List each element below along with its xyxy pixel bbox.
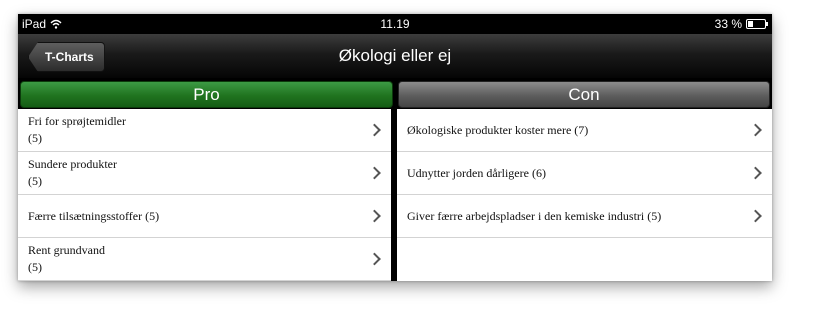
list-item[interactable]: Udnytter jorden dårligere (6) — [397, 152, 772, 195]
chevron-right-icon — [749, 209, 762, 223]
status-bar: iPad 11.19 33 % — [18, 14, 772, 34]
list-item[interactable]: Fri for sprøjtemidler (5) — [18, 109, 391, 152]
list-item[interactable]: Rent grundvand (5) — [18, 238, 391, 281]
battery-icon — [746, 19, 768, 29]
item-label: Færre tilsætningsstoffer (5) — [28, 208, 160, 223]
chevron-right-icon — [368, 123, 381, 137]
chevron-right-icon — [368, 252, 381, 266]
list-item[interactable]: Sundere produkter (5) — [18, 152, 391, 195]
item-count: (5) — [28, 131, 42, 145]
item-count: (5) — [28, 174, 42, 188]
tab-pro[interactable]: Pro — [20, 81, 393, 108]
item-label: Sundere produkter — [28, 157, 117, 171]
battery-percent: 33 % — [714, 17, 742, 31]
tab-con[interactable]: Con — [398, 81, 770, 108]
page-title: Økologi eller ej — [338, 46, 452, 65]
pro-list: Fri for sprøjtemidler (5) Sundere produk… — [18, 109, 391, 281]
item-label: Økologiske produkter koster mere (7) — [407, 122, 589, 137]
item-label: Udnytter jorden dårligere (6) — [407, 165, 546, 180]
item-label: Rent grundvand — [28, 243, 105, 257]
chevron-right-icon — [368, 209, 381, 223]
chevron-right-icon — [368, 166, 381, 180]
chevron-right-icon — [749, 123, 762, 137]
list-item[interactable]: Økologiske produkter koster mere (7) — [397, 109, 772, 152]
item-label: Fri for sprøjtemidler — [28, 114, 126, 128]
status-time: 11.19 — [380, 17, 410, 31]
segment-control: Pro Con — [18, 78, 772, 109]
navigation-bar: T-Charts Økologi eller ej — [18, 34, 772, 78]
con-list: Økologiske produkter koster mere (7) Udn… — [397, 109, 772, 281]
list-item[interactable]: Giver færre arbejdspladser i den kemiske… — [397, 195, 772, 238]
status-right: 33 % — [714, 14, 768, 34]
battery-fill — [748, 21, 753, 27]
item-label: Giver færre arbejdspladser i den kemiske… — [407, 208, 662, 223]
ipad-screen: iPad 11.19 33 % T-Charts Økologi eller e… — [18, 14, 772, 281]
item-count: (5) — [28, 260, 42, 274]
chevron-right-icon — [749, 166, 762, 180]
list-item[interactable]: Færre tilsætningsstoffer (5) — [18, 195, 391, 238]
